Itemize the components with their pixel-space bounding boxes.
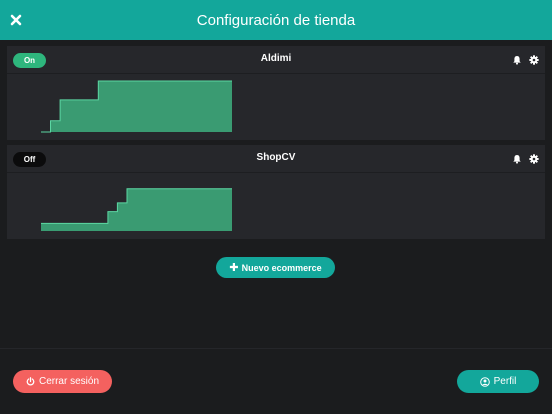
user-icon xyxy=(479,376,490,387)
chart-area xyxy=(41,81,232,132)
store-name: Aldimi xyxy=(260,53,292,64)
power-icon xyxy=(26,377,35,386)
logout-button[interactable]: Cerrar sesión xyxy=(13,370,112,393)
activity-chart-aldimi xyxy=(41,80,232,133)
close-icon xyxy=(10,14,22,26)
plus-icon: ✚ xyxy=(229,262,239,274)
close-button[interactable] xyxy=(7,11,25,29)
page-title: Configuración de tienda xyxy=(196,11,356,29)
gear-icon xyxy=(529,154,539,164)
add-ecommerce-label: Nuevo ecommerce xyxy=(241,262,322,273)
bell-icon xyxy=(513,155,521,164)
chart-area xyxy=(41,188,232,231)
activity-chart-shopcv xyxy=(41,188,232,231)
gear-icon xyxy=(529,55,539,65)
settings-button[interactable] xyxy=(528,153,540,165)
add-ecommerce-button[interactable]: ✚ Nuevo ecommerce xyxy=(216,257,335,278)
profile-label: Perfil xyxy=(493,376,517,387)
store-card-aldimi: On Aldimi xyxy=(7,46,545,140)
store-name: ShopCV xyxy=(256,152,296,163)
notifications-button[interactable] xyxy=(511,153,523,165)
store-card-shopcv: Off ShopCV xyxy=(7,145,545,239)
store-card-header: On Aldimi xyxy=(7,46,545,74)
store-card-header: Off ShopCV xyxy=(7,145,545,173)
profile-button[interactable]: Perfil xyxy=(457,370,539,393)
notifications-button[interactable] xyxy=(511,54,523,66)
app-header: Configuración de tienda xyxy=(0,0,552,40)
footer-divider xyxy=(0,348,552,349)
logout-label: Cerrar sesión xyxy=(38,376,100,387)
bell-icon xyxy=(513,56,521,65)
settings-button[interactable] xyxy=(528,54,540,66)
